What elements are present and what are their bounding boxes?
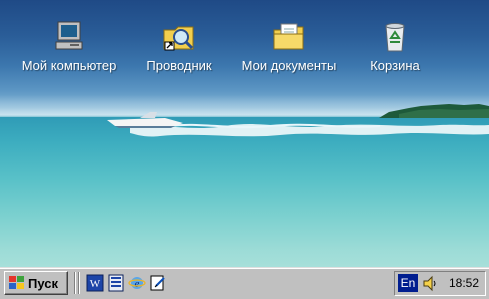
speaker-icon[interactable] [421, 274, 439, 293]
word-icon[interactable]: W [86, 274, 104, 292]
start-label: Пуск [28, 275, 58, 291]
desktop-icon-my-documents[interactable]: Мои документы [234, 20, 344, 73]
internet-explorer-icon[interactable]: e [128, 274, 146, 292]
desktop-icon-my-computer[interactable]: Мой компьютер [14, 20, 124, 73]
taskbar-separator [78, 272, 80, 294]
windows-logo-icon [9, 276, 24, 289]
desktop-icon-explorer[interactable]: Проводник [124, 20, 234, 73]
speedboat [107, 112, 183, 128]
notepad-icon[interactable] [149, 274, 167, 292]
taskbar-separator [74, 272, 76, 294]
system-tray: En 18:52 [394, 271, 486, 296]
clock[interactable]: 18:52 [449, 276, 479, 290]
desktop: Мой компьютер Проводник Мои документы Ко… [0, 0, 489, 299]
taskbar: Пуск W e En 18:52 [0, 267, 489, 299]
recycle-bin-icon [385, 23, 405, 52]
language-indicator[interactable]: En [398, 274, 418, 292]
my-computer-icon [55, 21, 83, 50]
start-button[interactable]: Пуск [4, 271, 68, 295]
desktop-icon-label: Корзина [370, 58, 420, 73]
office-icon[interactable] [107, 274, 125, 292]
my-documents-icon [273, 23, 304, 50]
island-background [379, 104, 489, 118]
explorer-icon [163, 26, 194, 51]
desktop-icon-recycle-bin[interactable]: Корзина [340, 20, 450, 73]
desktop-icon-label: Мои документы [241, 58, 337, 73]
svg-text:W: W [90, 278, 101, 290]
desktop-icon-label: Мой компьютер [21, 58, 117, 73]
desktop-icon-label: Проводник [146, 58, 212, 73]
